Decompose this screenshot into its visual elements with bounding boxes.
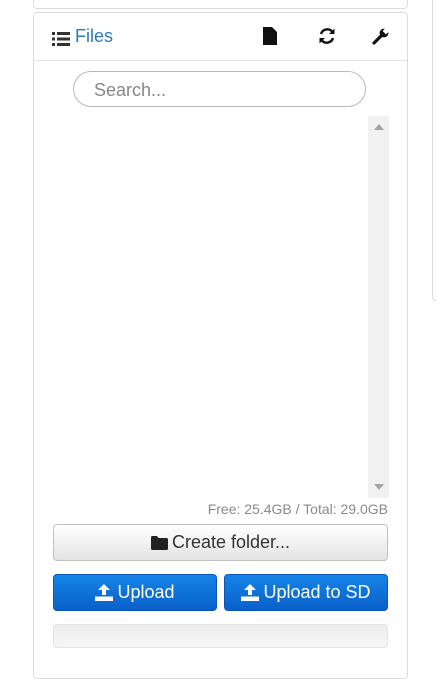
- file-icon: [263, 26, 277, 48]
- files-title-link[interactable]: Files: [52, 26, 113, 47]
- upload-label: Upload: [117, 582, 175, 602]
- refresh-button[interactable]: [316, 26, 338, 48]
- search-input[interactable]: [92, 73, 356, 107]
- files-panel: Files Search... Free: 25.4GB / Total: 29…: [33, 12, 408, 679]
- search-box: [73, 71, 366, 107]
- settings-button[interactable]: [370, 26, 392, 48]
- folder-icon: [150, 535, 168, 550]
- upload-to-sd-button[interactable]: Upload to SD: [224, 574, 388, 611]
- files-panel-header: Files: [34, 13, 407, 61]
- previous-panel-edge: [33, 0, 408, 9]
- file-list-scrollbar[interactable]: [368, 116, 389, 498]
- upload-progress-bar: [53, 624, 388, 648]
- adjacent-panel-edge: [432, 0, 437, 301]
- upload-icon: [95, 584, 114, 601]
- disk-space-info: Free: 25.4GB / Total: 29.0GB: [207, 501, 388, 517]
- files-title: Files: [75, 26, 114, 46]
- upload-icon: [241, 584, 260, 601]
- scroll-up-arrow-icon[interactable]: [374, 124, 384, 130]
- scroll-down-arrow-icon[interactable]: [374, 484, 384, 490]
- refresh-icon: [318, 27, 336, 48]
- new-file-button[interactable]: [259, 26, 281, 48]
- upload-button[interactable]: Upload: [53, 574, 217, 611]
- wrench-icon: [372, 27, 390, 48]
- upload-to-sd-label: Upload to SD: [263, 582, 371, 602]
- list-icon: [52, 30, 70, 46]
- create-folder-button[interactable]: Create folder...: [53, 524, 388, 561]
- file-list[interactable]: [53, 116, 368, 498]
- create-folder-label: Create folder...: [171, 532, 291, 552]
